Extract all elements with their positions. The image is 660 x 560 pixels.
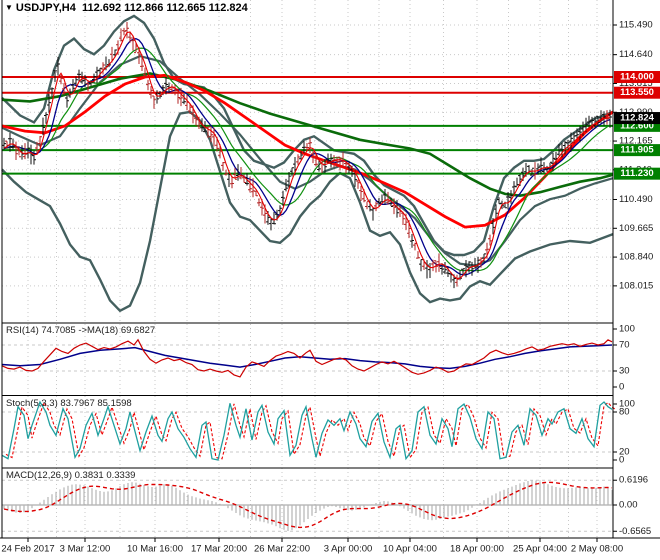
trading-chart-window[interactable]: 115.490114.640113.815112.990112.165111.3…: [0, 0, 660, 560]
x-axis-label: 3 Apr 00:00: [324, 544, 373, 555]
rsi-axis-label: 70: [619, 340, 630, 351]
chart-canvas[interactable]: 115.490114.640113.815112.990112.165111.3…: [0, 0, 660, 560]
current-price-badge-label: 112.824: [620, 113, 655, 124]
price-axis-label: 115.490: [619, 20, 653, 31]
price-axis-label: 110.490: [619, 194, 653, 205]
x-axis-label: 10 Apr 04:00: [383, 544, 437, 555]
price-axis-label: 108.840: [619, 252, 653, 263]
x-axis-label: 3 Mar 12:00: [60, 544, 111, 555]
stoch-axis-label: 0: [619, 455, 624, 466]
x-axis-label: 2 May 08:00: [571, 544, 623, 555]
resistance-price-badge-label: 113.550: [620, 87, 654, 98]
macd-axis-label: 0.6196: [619, 475, 648, 486]
rsi-axis-label: 100: [619, 324, 635, 335]
x-axis-label: 24 Feb 2017: [1, 544, 54, 555]
x-axis-label: 10 Mar 16:00: [127, 544, 183, 555]
resistance-price-badge-label: 114.000: [620, 72, 654, 83]
macd-axis-label: 0.00: [619, 500, 638, 511]
x-axis-label: 25 Apr 04:00: [513, 544, 567, 555]
support-price-badge-label: 111.230: [620, 168, 653, 179]
price-axis-label: 108.015: [619, 280, 653, 291]
x-axis-label: 17 Mar 20:00: [191, 544, 247, 555]
support-price-badge-label: 111.905: [620, 145, 654, 156]
x-axis-label: 26 Mar 22:00: [254, 544, 310, 555]
rsi-axis-label: 0: [619, 382, 624, 393]
x-axis-label: 18 Apr 00:00: [450, 544, 504, 555]
stoch-axis-label: 80: [619, 407, 630, 418]
price-axis-label: 114.640: [619, 49, 653, 60]
rsi-axis-label: 30: [619, 366, 630, 377]
macd-axis-label: -0.6565: [619, 526, 651, 537]
price-axis-label: 109.665: [619, 223, 653, 234]
